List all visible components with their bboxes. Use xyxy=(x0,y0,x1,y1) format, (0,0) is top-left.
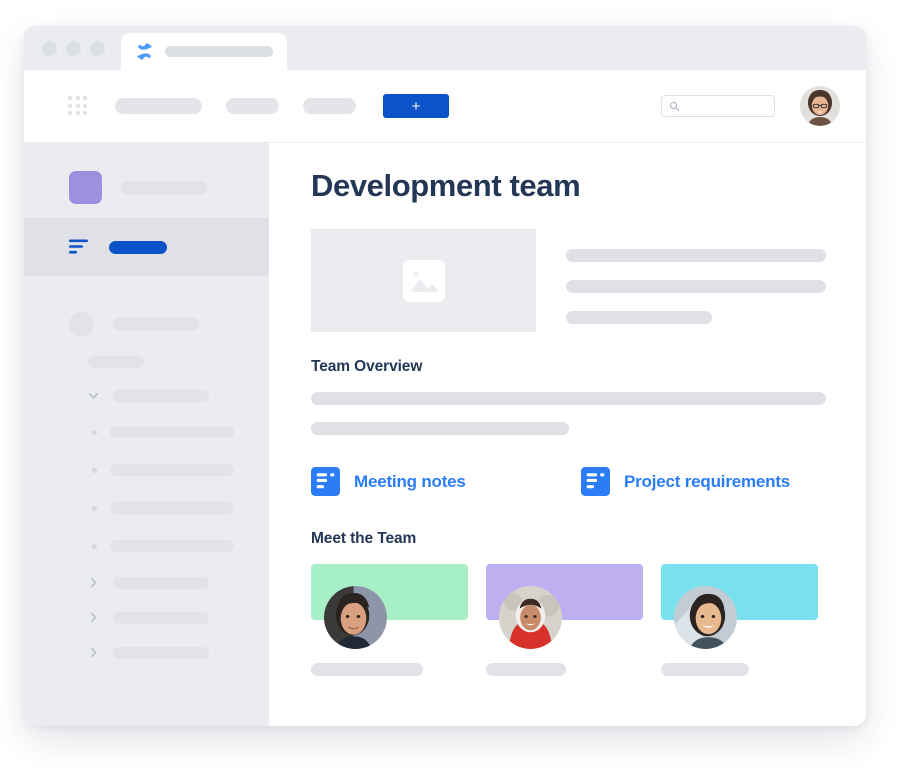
sidebar-item-selected[interactable] xyxy=(24,218,269,276)
user-avatar[interactable] xyxy=(800,86,840,126)
sidebar-item-short-row[interactable] xyxy=(24,346,269,378)
sidebar-item-label xyxy=(113,389,209,402)
create-button[interactable]: + xyxy=(383,94,449,118)
sidebar-item-collapsed[interactable] xyxy=(24,565,269,600)
hero-image-placeholder[interactable] xyxy=(311,229,536,333)
text-line-placeholder xyxy=(311,422,569,436)
sidebar-item-label xyxy=(113,646,209,659)
avatar-photo xyxy=(800,86,840,126)
team-member-grid xyxy=(311,564,826,677)
chevron-right-icon[interactable] xyxy=(87,576,100,589)
overview-text-placeholders xyxy=(311,392,826,436)
link-meeting-notes[interactable]: Meeting notes xyxy=(311,467,581,497)
avatar-photo xyxy=(499,586,562,650)
team-member-card[interactable] xyxy=(486,564,643,677)
bullet-icon xyxy=(92,505,97,511)
team-member-card[interactable] xyxy=(311,564,468,677)
browser-window: + Development team Team Overview Meeting… xyxy=(24,26,866,726)
text-line-placeholder xyxy=(311,392,826,406)
bullet-icon xyxy=(92,429,97,435)
team-member-name-placeholder xyxy=(486,663,566,677)
chevron-down-icon[interactable] xyxy=(87,389,100,402)
close-dot[interactable] xyxy=(42,41,57,56)
section-title-team-overview: Team Overview xyxy=(311,358,423,376)
confluence-logo-icon xyxy=(137,43,152,60)
search-input[interactable] xyxy=(661,95,775,117)
bullet-icon xyxy=(92,543,97,549)
avatar-photo xyxy=(324,586,387,650)
content-lines-icon xyxy=(69,239,88,254)
sidebar-item-avatar-row[interactable] xyxy=(24,302,269,346)
page-document-icon xyxy=(581,467,610,497)
sidebar-item-label xyxy=(113,611,209,624)
app-body: Development team Team Overview Meeting n… xyxy=(24,143,866,726)
sidebar-item-label xyxy=(110,464,234,476)
browser-tab-strip xyxy=(24,26,866,70)
page-document-icon xyxy=(311,467,340,497)
nav-item-placeholder-3[interactable] xyxy=(303,98,356,114)
search-icon xyxy=(669,101,680,111)
chevron-right-icon[interactable] xyxy=(87,611,100,624)
team-member-card[interactable] xyxy=(661,564,818,677)
app-topbar: + xyxy=(24,70,866,143)
sidebar-item-label xyxy=(110,540,234,552)
team-member-name-placeholder xyxy=(311,663,423,677)
sidebar-selected-label xyxy=(109,240,167,254)
nav-item-placeholder-2[interactable] xyxy=(226,98,279,114)
nav-item-placeholder-1[interactable] xyxy=(115,98,202,114)
text-line-placeholder xyxy=(566,280,826,294)
section-title-meet-the-team: Meet the Team xyxy=(311,530,417,548)
sidebar-child-item[interactable] xyxy=(24,527,269,565)
tab-title-placeholder xyxy=(165,46,273,57)
hero-row xyxy=(311,229,826,333)
space-avatar-icon xyxy=(69,171,102,204)
maximize-dot[interactable] xyxy=(90,41,105,56)
link-label: Project requirements xyxy=(624,471,791,491)
team-member-name-placeholder xyxy=(661,663,749,677)
page-title: Development team xyxy=(311,168,581,203)
team-member-avatar xyxy=(499,586,562,650)
hero-text-placeholders xyxy=(566,229,826,332)
text-line-placeholder xyxy=(566,249,826,263)
minimize-dot[interactable] xyxy=(66,41,81,56)
sidebar-space-header[interactable] xyxy=(24,157,269,218)
sidebar-item-label xyxy=(110,426,234,438)
document-links-row: Meeting notes Project requirements xyxy=(311,467,826,497)
sidebar-item-collapsed[interactable] xyxy=(24,600,269,635)
bullet-icon xyxy=(92,467,97,473)
sidebar-item-label xyxy=(110,502,234,514)
sidebar xyxy=(24,143,269,726)
window-controls xyxy=(24,41,121,70)
sidebar-item-label xyxy=(88,356,144,368)
sidebar-child-item[interactable] xyxy=(24,451,269,489)
circle-avatar-icon xyxy=(69,311,94,337)
team-member-avatar xyxy=(674,586,737,650)
sidebar-item-label xyxy=(113,318,199,330)
browser-tab[interactable] xyxy=(121,33,287,70)
sidebar-item-expanded[interactable] xyxy=(24,378,269,413)
space-name-placeholder xyxy=(121,181,207,194)
link-project-requirements[interactable]: Project requirements xyxy=(581,467,791,497)
image-placeholder-icon xyxy=(402,259,445,302)
avatar-photo xyxy=(674,586,737,650)
text-line-placeholder xyxy=(566,311,712,325)
link-label: Meeting notes xyxy=(354,471,466,491)
sidebar-item-collapsed[interactable] xyxy=(24,635,269,670)
app-switcher-grid-icon[interactable] xyxy=(68,96,88,116)
team-member-avatar xyxy=(324,586,387,650)
main-content: Development team Team Overview Meeting n… xyxy=(269,143,866,726)
chevron-right-icon[interactable] xyxy=(87,646,100,659)
sidebar-child-item[interactable] xyxy=(24,489,269,527)
sidebar-item-label xyxy=(113,576,209,589)
sidebar-items xyxy=(24,276,269,670)
sidebar-child-item[interactable] xyxy=(24,413,269,451)
